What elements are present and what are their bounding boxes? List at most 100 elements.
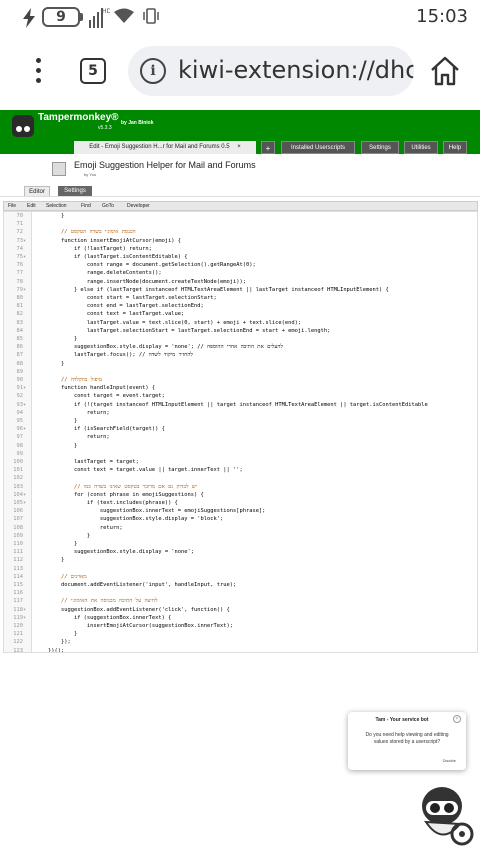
line-number: 76 — [16, 262, 24, 269]
code-text: function insertEmojiAtCursor(emoji) { — [35, 237, 182, 244]
menu-find[interactable]: Find — [81, 202, 91, 211]
signal-icon: HD — [89, 8, 110, 28]
line-number: 113 — [13, 565, 23, 572]
code-line: 87 lastTarget.focus(); // להחזיר מיקוד ל… — [4, 351, 477, 359]
code-area[interactable]: 70 } 71 72 // הכנסת אימוג׳י בשדה הטקסט 73 ▾ … — [3, 211, 478, 653]
code-line: 122 }); — [4, 638, 477, 646]
editor-menubar: File Edit Selection Find GoTo Developer — [3, 201, 478, 211]
code-line: 85 } — [4, 335, 477, 343]
line-number: 71 — [16, 221, 24, 228]
line-number: 97 — [16, 434, 24, 441]
menu-icon[interactable] — [30, 58, 46, 86]
code-text: return; — [35, 524, 123, 531]
fold-icon[interactable]: ▾ — [23, 286, 31, 294]
code-text: if (lastTarget.isContentEditable) { — [35, 254, 188, 260]
fold-icon[interactable]: ▾ — [23, 499, 31, 507]
code-line: 98 } — [4, 442, 477, 450]
fold-icon[interactable]: ▾ — [23, 401, 31, 409]
subtab-editor[interactable]: Editor — [24, 186, 50, 196]
info-icon[interactable]: i — [140, 58, 166, 84]
code-line: 123 })(); — [4, 647, 477, 652]
code-line: 121 } — [4, 630, 477, 638]
code-text: if (isSearchField(target)) { — [35, 426, 165, 433]
code-line: 97 return; — [4, 433, 477, 441]
code-line: 102 — [4, 474, 477, 482]
address-bar[interactable]: i kiwi-extension://dhc — [128, 46, 414, 96]
code-line: 93 ▾ if (!(target instanceof HTMLInputEle… — [4, 401, 477, 409]
code-text: } — [35, 557, 65, 564]
code-text: // יש לבדוק גם אם מדובר בטקסט שאינו בשדה… — [35, 483, 197, 490]
line-number: 86 — [16, 344, 24, 351]
code-text: } — [35, 442, 78, 449]
new-script-tab[interactable]: + — [261, 141, 275, 154]
fold-icon[interactable]: ▾ — [23, 253, 31, 261]
close-icon[interactable]: × — [237, 144, 241, 150]
tam-mascot-icon[interactable] — [416, 786, 474, 848]
fold-icon[interactable]: ▾ — [23, 384, 31, 392]
code-text: return; — [35, 434, 110, 441]
code-text: lastTarget.value = text.slice(0, start) … — [35, 319, 302, 326]
fold-icon[interactable]: ▾ — [23, 606, 31, 614]
tampermonkey-tabbar: Edit - Emoji Suggestion H...r for Mail a… — [0, 141, 480, 154]
wifi-icon — [114, 8, 134, 23]
fold-icon[interactable]: ▾ — [23, 425, 31, 433]
menu-edit[interactable]: Edit — [27, 202, 36, 211]
close-icon[interactable]: × — [453, 715, 461, 723]
line-number: 118 — [13, 606, 23, 613]
tab-switcher-button[interactable]: 5 — [80, 58, 106, 84]
tab-installed-userscripts[interactable]: Installed Userscripts — [281, 141, 355, 154]
code-line: 117 // לחיצה על התיבה מכניסה את האימוג׳י — [4, 597, 477, 605]
code-line: 73 ▾ function insertEmojiAtCursor(emoji) … — [4, 237, 477, 245]
code-text: } — [35, 532, 91, 539]
code-line: 94 return; — [4, 409, 477, 417]
tab-settings[interactable]: Settings — [361, 141, 399, 154]
code-line: 79 ▾ } else if (lastTarget instanceof HTM… — [4, 286, 477, 294]
fold-icon[interactable]: ▾ — [23, 491, 31, 499]
code-text: // הכנסת אימוג׳י בשדה הטקסט — [35, 229, 136, 236]
url-text[interactable]: kiwi-extension://dhc — [178, 56, 414, 84]
line-number: 84 — [16, 327, 24, 334]
code-line: 96 ▾ if (isSearchField(target)) { — [4, 425, 477, 433]
disable-link[interactable]: Disable — [443, 758, 456, 763]
code-editor: File Edit Selection Find GoTo Developer … — [0, 196, 480, 662]
fold-icon[interactable]: ▾ — [23, 237, 31, 245]
menu-selection[interactable]: Selection — [46, 202, 67, 211]
home-icon[interactable] — [428, 54, 462, 88]
code-text: insertEmojiAtCursor(suggestionBox.innerT… — [35, 623, 233, 629]
line-number: 104 — [13, 491, 23, 498]
code-line: 103 // יש לבדוק גם אם מדובר בטקסט שאינו … — [4, 483, 477, 491]
code-text: const range = document.getSelection().ge… — [35, 262, 256, 269]
line-number: 115 — [13, 582, 23, 588]
code-text: range.deleteContents(); — [35, 270, 162, 277]
code-line: 70 } — [4, 212, 477, 220]
tab-utilities[interactable]: Utilities — [404, 141, 438, 154]
code-line: 105 ▾ if (text.includes(phrase)) { — [4, 499, 477, 507]
code-line: 76 const range = document.getSelection()… — [4, 261, 477, 269]
line-number: 81 — [16, 303, 24, 310]
menu-goto[interactable]: GoTo — [102, 202, 114, 211]
line-number: 83 — [16, 319, 24, 326]
line-number: 87 — [16, 352, 24, 359]
code-text: } — [35, 360, 65, 367]
line-number: 99 — [16, 450, 24, 457]
code-line: 86 suggestionBox.style.display = 'none';… — [4, 343, 477, 351]
tab-edit-script[interactable]: Edit - Emoji Suggestion H...r for Mail a… — [74, 141, 256, 154]
tampermonkey-author[interactable]: by Jan Biniok — [121, 120, 154, 126]
code-text: lastTarget = target; — [35, 459, 139, 465]
line-number: 116 — [13, 590, 23, 597]
subtab-settings[interactable]: Settings — [58, 186, 92, 196]
line-number: 90 — [16, 377, 24, 383]
line-number: 108 — [13, 524, 23, 531]
tab-help[interactable]: Help — [443, 141, 467, 154]
code-line: 88 } — [4, 360, 477, 368]
line-number: 93 — [16, 401, 24, 408]
menu-developer[interactable]: Developer — [127, 202, 150, 211]
code-text: if (!lastTarget) return; — [35, 245, 152, 252]
code-line: 83 lastTarget.value = text.slice(0, star… — [4, 319, 477, 327]
code-text: } — [35, 541, 78, 547]
code-text: } else if (lastTarget instanceof HTMLTex… — [35, 286, 389, 293]
code-text: } — [35, 631, 78, 638]
menu-file[interactable]: File — [8, 202, 16, 211]
code-line: 100 lastTarget = target; — [4, 458, 477, 466]
fold-icon[interactable]: ▾ — [23, 614, 31, 622]
